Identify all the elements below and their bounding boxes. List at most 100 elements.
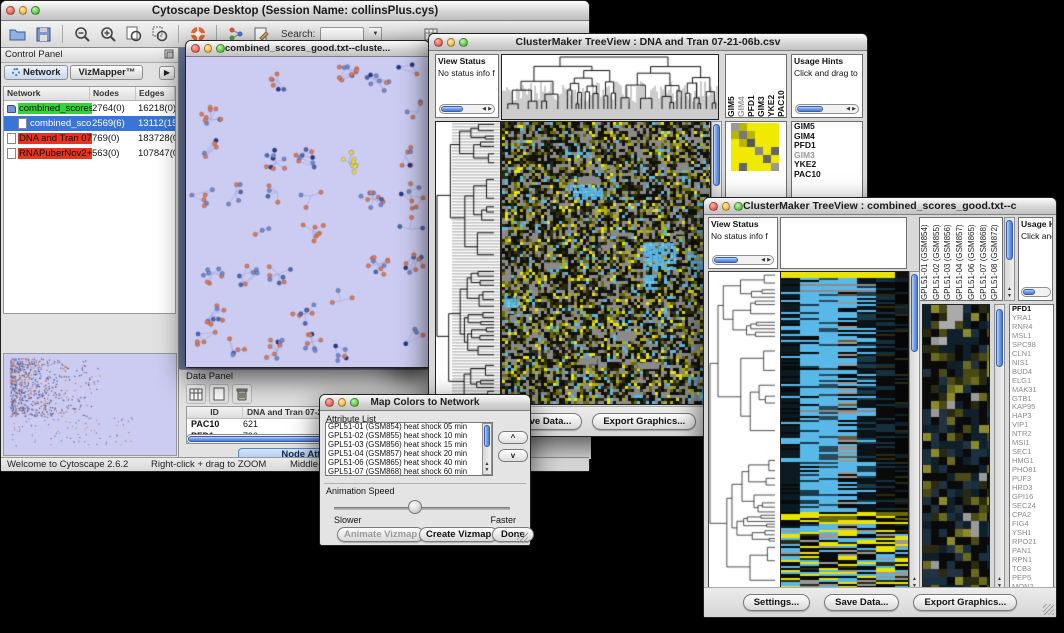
gene-label[interactable]: GTB1 <box>1010 395 1053 404</box>
gene-label[interactable]: GIM3 <box>792 151 862 161</box>
gene-label[interactable]: VIP1 <box>1010 421 1053 430</box>
create-vizmap-button[interactable]: Create Vizmap <box>419 527 498 542</box>
column-label[interactable]: GIM3 <box>756 55 766 117</box>
column-label[interactable]: YKE2 <box>766 55 776 117</box>
tab-network[interactable]: Network <box>4 65 68 80</box>
treeview-button[interactable]: Save Data... <box>824 594 899 611</box>
column-label[interactable]: GPL51-04 (GSM857) <box>955 218 967 300</box>
view-status-scrollbar[interactable]: ◀▶ <box>439 104 495 114</box>
resize-grip[interactable] <box>517 532 528 543</box>
view-status-scrollbar[interactable]: ◀▶ <box>712 255 774 265</box>
close-icon[interactable] <box>325 398 334 407</box>
column-label[interactable]: GPL51-01 (GSM854) <box>920 218 932 300</box>
gene-label[interactable]: HAP3 <box>1010 412 1053 421</box>
close-icon[interactable] <box>709 202 718 211</box>
zoom-fit-icon[interactable] <box>123 24 144 45</box>
gene-label[interactable]: YKE2 <box>792 160 862 170</box>
zoom-window-icon[interactable] <box>459 38 468 47</box>
row-dendrogram[interactable] <box>708 271 781 593</box>
map-colors-dialog[interactable]: Map Colors to Network Attribute List GPL… <box>319 394 531 546</box>
save-icon[interactable] <box>33 24 54 45</box>
tabs-overflow-button[interactable]: ▶ <box>159 66 175 80</box>
zoom-selected-icon[interactable] <box>149 24 170 45</box>
treeview-button[interactable]: Export Graphics... <box>592 413 696 430</box>
tab-vizmapper[interactable]: VizMapper™ <box>70 65 143 80</box>
gene-label[interactable]: CPA2 <box>1010 511 1053 520</box>
main-titlebar[interactable]: Cytoscape Desktop (Session Name: collins… <box>1 1 589 21</box>
gene-label[interactable]: CLN1 <box>1010 350 1053 359</box>
gene-label[interactable]: GIM4 <box>792 132 862 142</box>
gene-label[interactable]: RPO21 <box>1010 538 1053 547</box>
gene-label[interactable]: SEC24 <box>1010 502 1053 511</box>
gene-label[interactable]: RPN1 <box>1010 556 1053 565</box>
gene-label[interactable]: SPC98 <box>1010 341 1053 350</box>
gene-label[interactable]: FIG4 <box>1010 520 1053 529</box>
gene-label[interactable]: HMG1 <box>1010 457 1053 466</box>
gene-label[interactable]: MSI1 <box>1010 439 1053 448</box>
gene-label[interactable]: PAN1 <box>1010 547 1053 556</box>
zoom-out-icon[interactable] <box>71 24 92 45</box>
new-attribute-icon[interactable] <box>209 384 229 404</box>
animate-vizmap-button[interactable]: Animate Vizmap <box>337 527 424 542</box>
gene-label[interactable]: GIM5 <box>792 122 862 132</box>
column-label[interactable]: GPL51-02 (GSM855) <box>932 218 944 300</box>
network-list-row[interactable]: RNAPuberNov2+I 563(0) 107847(0) <box>4 146 175 161</box>
network-view-window[interactable]: combined_scores_good.txt--cluste... <box>185 40 430 368</box>
gene-label[interactable]: PFD1 <box>792 141 862 151</box>
zoom-window-icon[interactable] <box>350 398 359 407</box>
treeview-button[interactable]: Export Graphics... <box>913 594 1017 611</box>
gene-label[interactable]: MAK31 <box>1010 386 1053 395</box>
zoom-window-icon[interactable] <box>216 44 225 53</box>
expression-heatmap[interactable] <box>501 121 711 405</box>
column-label[interactable]: GPL51-03 (GSM856) <box>943 218 955 300</box>
row-dendrogram[interactable] <box>435 121 501 405</box>
gene-label[interactable]: PAC10 <box>792 170 862 180</box>
close-icon[interactable] <box>191 44 200 53</box>
gene-label[interactable]: PHO81 <box>1010 466 1053 475</box>
gene-label[interactable]: TCB3 <box>1010 565 1053 574</box>
usage-hints-scrollbar[interactable] <box>1021 287 1051 297</box>
expression-heatmap[interactable] <box>780 271 909 593</box>
gene-label[interactable]: HRD3 <box>1010 484 1053 493</box>
open-folder-icon[interactable] <box>7 24 28 45</box>
column-label[interactable]: GPL51-07 (GSM868) <box>979 218 991 300</box>
gene-label[interactable]: MSL1 <box>1010 332 1053 341</box>
delete-attribute-icon[interactable] <box>232 384 252 404</box>
column-label[interactable]: GPL51-06 (GSM865) <box>967 218 979 300</box>
network-list-row[interactable]: combined_scores 2764(0) 16218(0) <box>4 101 175 116</box>
gene-label[interactable]: ELG1 <box>1010 377 1053 386</box>
gene-label[interactable]: BUD4 <box>1010 368 1053 377</box>
treeview-button[interactable]: Settings... <box>743 594 810 611</box>
gene-label[interactable]: SEC1 <box>1010 448 1053 457</box>
usage-hints-scrollbar[interactable]: ◀▶ <box>795 104 859 114</box>
close-icon[interactable] <box>6 6 15 15</box>
animation-speed-slider[interactable] <box>334 507 510 510</box>
gene-label[interactable]: RNR4 <box>1010 323 1053 332</box>
zoomed-heatmap-detail[interactable] <box>922 304 990 593</box>
gene-label[interactable]: NIS1 <box>1010 359 1053 368</box>
column-label[interactable]: GPL51-08 (GSM872) <box>990 218 1002 300</box>
gene-label[interactable]: KAP95 <box>1010 403 1053 412</box>
network-list-row[interactable]: DNA and Tran 07 769(0) 183728(0) <box>4 131 175 146</box>
move-down-button[interactable]: v <box>498 449 528 462</box>
slider-thumb[interactable] <box>408 500 422 514</box>
network-overview-thumbnail[interactable] <box>3 353 177 456</box>
gene-label[interactable]: PUF3 <box>1010 475 1053 484</box>
network-table-header[interactable]: Network Nodes Edges <box>4 87 175 101</box>
column-label[interactable]: GIM4 <box>736 55 746 117</box>
network-list-row[interactable]: combined_sco 2569(6) 13112(15) <box>4 116 175 131</box>
detail-vscrollbar[interactable]: ▲▼ <box>994 304 1005 591</box>
minimize-icon[interactable] <box>19 6 28 15</box>
column-label[interactable]: PAC10 <box>776 55 786 117</box>
minimize-icon[interactable] <box>722 202 731 211</box>
network-graph-view[interactable] <box>186 57 429 367</box>
minimize-icon[interactable] <box>338 398 347 407</box>
column-label[interactable]: PFD1 <box>746 55 756 117</box>
correlation-thumbnail[interactable] <box>731 123 779 171</box>
minimize-icon[interactable] <box>447 38 456 47</box>
close-icon[interactable] <box>434 38 443 47</box>
zoom-in-icon[interactable] <box>97 24 118 45</box>
select-attributes-icon[interactable] <box>186 384 206 404</box>
column-label[interactable]: GIM5 <box>726 55 736 117</box>
treeview-combined-window[interactable]: ClusterMaker TreeView : combined_scores_… <box>703 197 1057 618</box>
